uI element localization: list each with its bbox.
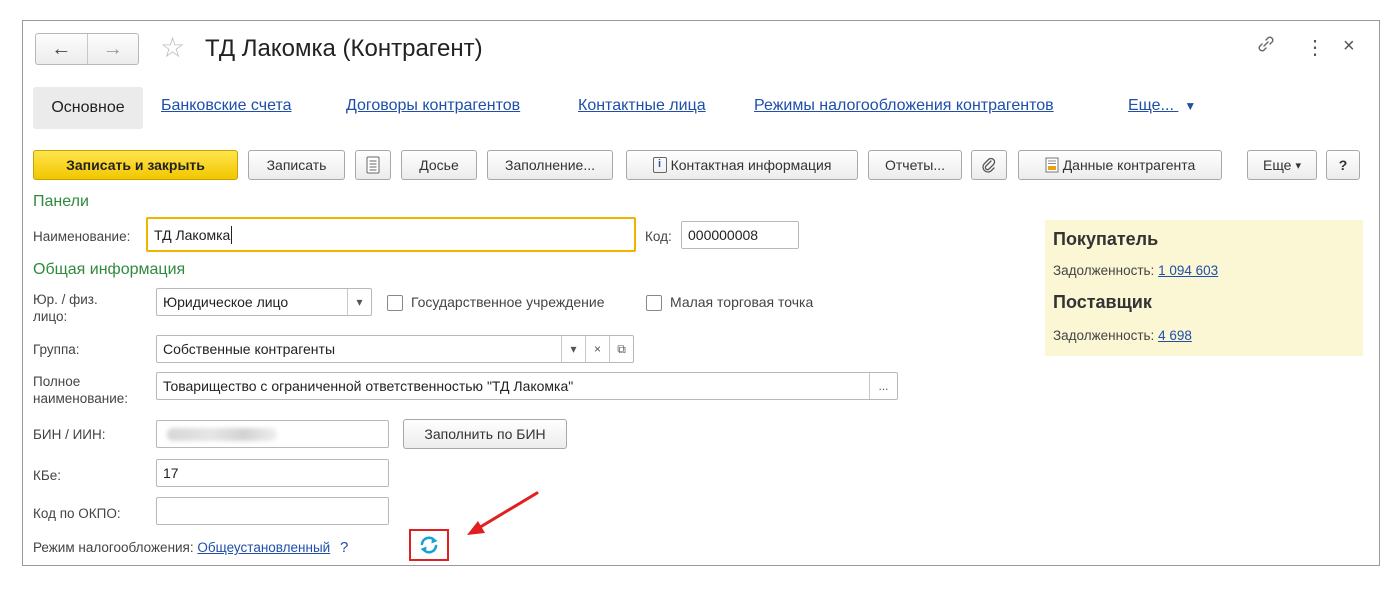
okpo-input[interactable]	[156, 497, 389, 525]
fill-button[interactable]: Заполнение...	[487, 150, 613, 180]
tax-mode-row: Режим налогообложения: Общеустановленный…	[33, 539, 348, 556]
full-name-label: Полное наименование:	[33, 373, 128, 407]
debt-summary-panel: Покупатель Задолженность: 1 094 603 Пост…	[1045, 220, 1363, 356]
group-label: Группа:	[33, 342, 80, 357]
chevron-down-icon: ▾	[1295, 159, 1302, 172]
paperclip-icon	[982, 157, 996, 173]
tab-more-label: Еще...	[1128, 97, 1174, 114]
tab-contact-persons[interactable]: Контактные лица	[578, 97, 706, 115]
attachments-button[interactable]	[971, 150, 1007, 180]
section-panels: Панели	[33, 193, 89, 210]
tab-main[interactable]: Основное	[33, 87, 143, 129]
counterparty-card-icon	[1045, 157, 1059, 173]
link-icon[interactable]	[1255, 33, 1277, 60]
chevron-down-icon: ▼	[1184, 99, 1197, 113]
window-title: ТД Лакомка (Контрагент)	[205, 35, 483, 62]
ellipsis-button[interactable]: ...	[869, 373, 897, 399]
entity-type-label-line-2: лицо:	[33, 309, 68, 324]
back-button[interactable]: ←	[36, 34, 87, 64]
entity-type-select[interactable]: Юридическое лицо ▾	[156, 288, 372, 316]
more-menu-icon[interactable]: ⋮	[1305, 35, 1325, 60]
nav-buttons: ← →	[35, 33, 139, 65]
kbe-input[interactable]: 17	[156, 459, 389, 487]
state-institution-label: Государственное учреждение	[411, 294, 605, 310]
tab-more[interactable]: Еще... ▼	[1128, 97, 1196, 115]
supplier-debt-link[interactable]: 4 698	[1158, 328, 1192, 343]
group-value: Собственные контрагенты	[163, 341, 336, 357]
small-retail-label: Малая торговая точка	[670, 294, 814, 310]
tab-tax-regimes[interactable]: Режимы налогообложения контрагентов	[754, 97, 1054, 115]
full-name-value: Товарищество с ограниченной ответственно…	[163, 378, 574, 394]
entity-type-label: Юр. / физ. лицо:	[33, 291, 98, 325]
full-name-input[interactable]: Товарищество с ограниченной ответственно…	[156, 372, 898, 400]
full-name-label-line-1: Полное	[33, 374, 81, 389]
buyer-debt-row: Задолженность: 1 094 603	[1053, 263, 1218, 278]
fill-by-bin-button[interactable]: Заполнить по БИН	[403, 419, 567, 449]
chevron-down-icon[interactable]: ▾	[347, 289, 371, 315]
tax-mode-link[interactable]: Общеустановленный	[197, 540, 330, 555]
annotation-arrow-icon	[467, 491, 539, 535]
buyer-debt-link[interactable]: 1 094 603	[1158, 263, 1218, 278]
favorite-star-icon[interactable]: ☆	[160, 33, 185, 63]
refresh-icon[interactable]	[418, 534, 440, 556]
open-icon[interactable]: ⧉	[609, 336, 633, 362]
save-button[interactable]: Записать	[248, 150, 345, 180]
supplier-title: Поставщик	[1053, 292, 1152, 312]
refresh-highlight-frame	[409, 529, 449, 561]
name-value: ТД Лакомка	[154, 226, 231, 243]
bin-blurred-value	[167, 428, 277, 441]
text-cursor	[231, 225, 233, 244]
contact-info-button[interactable]: i Контактная информация	[626, 150, 858, 180]
small-retail-checkbox[interactable]: Малая торговая точка	[646, 294, 814, 312]
state-institution-checkbox[interactable]: Государственное учреждение	[387, 294, 605, 312]
tax-mode-help-icon[interactable]: ?	[340, 539, 348, 556]
checkbox-box[interactable]	[646, 295, 662, 312]
form-window: ← → ☆ ТД Лакомка (Контрагент) ⋮ × Основн…	[22, 20, 1380, 566]
toolbar-more-label: Еще	[1262, 157, 1292, 173]
clear-icon[interactable]: ×	[585, 336, 609, 362]
counterparty-data-label: Данные контрагента	[1062, 157, 1196, 173]
okpo-label: Код по ОКПО:	[33, 506, 121, 521]
contact-info-label: Контактная информация	[670, 157, 832, 173]
section-general-info: Общая информация	[33, 261, 186, 278]
help-button[interactable]: ?	[1326, 150, 1360, 180]
bin-label: БИН / ИИН:	[33, 427, 106, 442]
tab-bank-accounts[interactable]: Банковские счета	[161, 97, 291, 115]
entity-type-label-line-1: Юр. / физ.	[33, 292, 98, 307]
tax-mode-label: Режим налогообложения:	[33, 540, 194, 555]
supplier-debt-row: Задолженность: 4 698	[1053, 328, 1192, 343]
dossier-button[interactable]: Досье	[401, 150, 477, 180]
code-input[interactable]: 000000008	[681, 221, 799, 249]
info-icon: i	[652, 157, 667, 173]
buyer-title: Покупатель	[1053, 229, 1159, 249]
buyer-debt-label: Задолженность:	[1053, 263, 1155, 278]
name-label: Наименование:	[33, 229, 131, 244]
counterparty-data-button[interactable]: Данные контрагента	[1018, 150, 1222, 180]
checkbox-box[interactable]	[387, 295, 403, 312]
close-icon[interactable]: ×	[1343, 35, 1355, 58]
toolbar-more-button[interactable]: Еще ▾	[1247, 150, 1317, 180]
supplier-debt-label: Задолженность:	[1053, 328, 1155, 343]
tab-contracts[interactable]: Договоры контрагентов	[346, 97, 520, 115]
bin-input[interactable]	[156, 420, 389, 448]
full-name-label-line-2: наименование:	[33, 391, 129, 406]
group-select[interactable]: Собственные контрагенты ▾ × ⧉	[156, 335, 634, 363]
kbe-label: КБе:	[33, 468, 61, 483]
forward-button[interactable]: →	[86, 34, 139, 64]
document-list-icon	[366, 156, 380, 174]
reports-button[interactable]: Отчеты...	[868, 150, 962, 180]
document-list-button[interactable]	[355, 150, 391, 180]
name-input[interactable]: ТД Лакомка	[146, 217, 636, 252]
code-label: Код:	[645, 229, 672, 244]
entity-type-value: Юридическое лицо	[163, 294, 289, 310]
save-and-close-button[interactable]: Записать и закрыть	[33, 150, 238, 180]
chevron-down-icon[interactable]: ▾	[561, 336, 585, 362]
